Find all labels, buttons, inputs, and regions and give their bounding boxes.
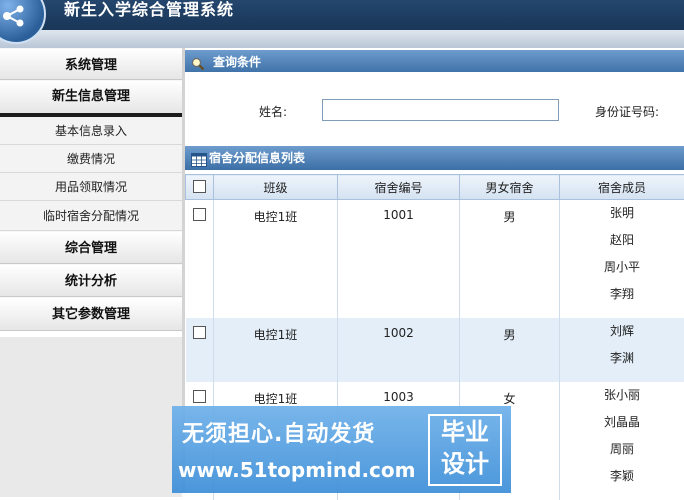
menu-other-parameters[interactable]: 其它参数管理	[0, 297, 182, 331]
select-all-header	[186, 175, 214, 200]
watermark-badge: 毕业 设计	[428, 414, 502, 486]
column-header-dorm-members: 宿舍成员	[560, 175, 684, 200]
sidebar: 系统管理 新生信息管理 基本信息录入 缴费情况 用品领取情况 临时宿舍分配情况 …	[0, 48, 182, 493]
cell-dorm-number: 1001	[338, 208, 459, 222]
table-header-row: 班级 宿舍编号 男女宿舍 宿舍成员	[186, 175, 684, 200]
watermark-url: www.51topmind.com	[178, 458, 415, 482]
column-header-class: 班级	[214, 175, 338, 200]
cell-member: 赵阳	[560, 227, 684, 254]
cell-dorm-gender: 女	[460, 390, 559, 407]
submenu-student-info: 基本信息录入 缴费情况 用品领取情况 临时宿舍分配情况	[0, 117, 182, 231]
query-section-header: 查询条件	[185, 50, 684, 74]
watermark-badge-top: 毕业	[430, 416, 500, 448]
list-section-header: 宿舍分配信息列表	[185, 146, 684, 170]
cell-member: 周丽	[560, 436, 684, 463]
name-input[interactable]	[322, 99, 559, 121]
cell-member: 李翔	[560, 281, 684, 308]
row-checkbox[interactable]	[193, 326, 206, 339]
cell-member: 张小丽	[560, 382, 684, 409]
cell-dorm-number: 1003	[338, 390, 459, 404]
menu-comprehensive-management[interactable]: 综合管理	[0, 231, 182, 264]
submenu-payment-status[interactable]: 缴费情况	[0, 145, 182, 173]
query-section-title: 查询条件	[213, 50, 261, 74]
cell-class: 电控1班	[214, 326, 337, 343]
table-row: 电控1班 1002 男 刘辉 李渊	[186, 318, 684, 382]
list-section-title: 宿舍分配信息列表	[209, 146, 305, 170]
cell-member: 张明	[560, 200, 684, 227]
cell-dorm-gender: 男	[460, 208, 559, 225]
name-field-label: 姓名:	[259, 103, 287, 120]
menu-system-management[interactable]: 系统管理	[0, 48, 182, 80]
header-band	[0, 30, 684, 48]
cell-class: 电控1班	[214, 208, 337, 225]
watermark-banner: 无须担心.自动发货 www.51topmind.com 毕业 设计	[172, 406, 511, 493]
app-header: 新生入学综合管理系统	[0, 0, 684, 48]
row-checkbox[interactable]	[193, 208, 206, 221]
cell-member: 李颖	[560, 463, 684, 490]
menu-statistics-analysis[interactable]: 统计分析	[0, 264, 182, 297]
table-row: 电控1班 1001 男 张明 赵阳 周小平 李翔	[186, 200, 684, 318]
watermark-slogan: 无须担心.自动发货	[182, 416, 375, 448]
sidebar-empty-area	[0, 337, 182, 497]
cell-member: 李渊	[560, 345, 684, 372]
cell-dorm-number: 1002	[338, 326, 459, 340]
id-number-field-label: 身份证号码:	[595, 103, 659, 120]
cell-member: 刘辉	[560, 318, 684, 345]
cell-member: 刘晶晶	[560, 409, 684, 436]
cell-class: 电控1班	[214, 390, 337, 407]
cell-member: 周小平	[560, 254, 684, 281]
column-header-dorm-gender: 男女宿舍	[460, 175, 560, 200]
row-checkbox[interactable]	[193, 390, 206, 403]
menu-student-info-management[interactable]: 新生信息管理	[0, 80, 182, 117]
app-title: 新生入学综合管理系统	[64, 0, 234, 22]
submenu-temp-dorm-allocation[interactable]: 临时宿舍分配情况	[0, 201, 182, 231]
submenu-basic-info-entry[interactable]: 基本信息录入	[0, 117, 182, 145]
submenu-supplies-pickup[interactable]: 用品领取情况	[0, 173, 182, 201]
column-header-dorm-number: 宿舍编号	[338, 175, 460, 200]
cell-dorm-gender: 男	[460, 326, 559, 343]
select-all-checkbox[interactable]	[193, 180, 206, 193]
table-icon	[191, 151, 207, 175]
watermark-badge-bottom: 设计	[430, 448, 500, 480]
